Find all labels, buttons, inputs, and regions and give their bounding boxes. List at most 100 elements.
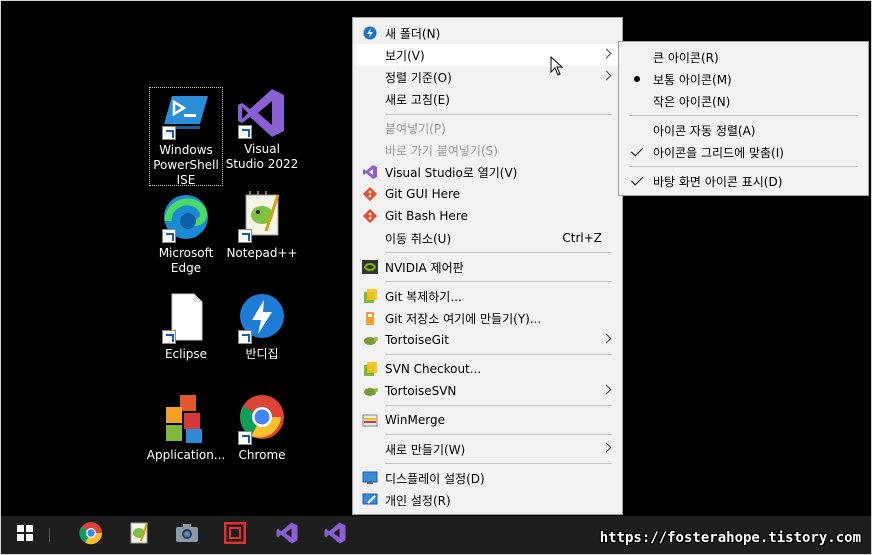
submenu-item-small-icons[interactable]: 작은 아이콘(N) (621, 90, 866, 112)
desktop-icon-edge[interactable]: Microsoft Edge (149, 191, 223, 276)
desktop-icon-label: 반디집 (245, 347, 279, 361)
shortcut-arrow-icon (238, 330, 252, 344)
menu-item-refresh[interactable]: 새로 고침(E) (355, 88, 620, 110)
menu-item-label: TortoiseSVN (385, 384, 457, 398)
desktop-icon-visual-studio[interactable]: Visual Studio 2022 (225, 87, 299, 172)
menu-item-label: 새로 만들기(W) (385, 442, 466, 457)
taskbar-item-camera[interactable] (163, 516, 211, 554)
menu-item-label: 바로 가기 붙여넣기(S) (385, 143, 498, 158)
menu-separator (385, 463, 612, 464)
menu-item-label: 개인 설정(R) (385, 493, 451, 508)
personalize-icon (355, 489, 385, 511)
menu-item-label: 이동 취소(U) (385, 231, 452, 246)
desktop-icon-label: Windows PowerShell ISE (153, 143, 219, 187)
menu-item-label: Git 저장소 여기에 만들기(Y)... (385, 311, 542, 326)
menu-item-label: 붙여넣기(P) (385, 121, 446, 136)
chrome-icon (236, 393, 288, 445)
notepad-plus-plus-icon (127, 521, 151, 549)
desktop-icon-notepad-plus-plus[interactable]: Notepad++ (225, 191, 299, 261)
chrome-icon (78, 520, 104, 550)
menu-item-label: SVN Checkout... (385, 362, 482, 376)
menu-item-label: 새로 고침(E) (385, 92, 450, 107)
menu-item-label: Git GUI Here (385, 187, 461, 201)
menu-item-shortcut: Ctrl+Z (562, 231, 602, 245)
menu-item-sort-by[interactable]: 정렬 기준(O) (355, 66, 620, 88)
shortcut-arrow-icon (238, 431, 252, 445)
desktop-icon-eclipse[interactable]: Eclipse (149, 292, 223, 362)
desktop-icon-application[interactable]: Application... (145, 393, 227, 463)
menu-item-git-gui[interactable]: Git GUI Here (355, 183, 620, 205)
taskbar-item-chrome[interactable] (67, 516, 115, 554)
taskbar-separator (49, 528, 50, 542)
visual-studio-icon (236, 87, 288, 139)
menu-item-new-folder[interactable]: 새 폴더(N) (355, 22, 620, 44)
menu-item-nvidia[interactable]: NVIDIA 제어판 (355, 256, 620, 278)
bandizip-icon (236, 292, 288, 344)
menu-item-git-create-repo[interactable]: Git 저장소 여기에 만들기(Y)... (355, 307, 620, 329)
menu-item-label: Visual Studio로 열기(V) (385, 165, 518, 180)
submenu-item-show-desktop-icons[interactable]: 바탕 화면 아이콘 표시(D) (621, 170, 866, 192)
menu-item-tortoisegit[interactable]: TortoiseGit (355, 329, 620, 351)
start-button[interactable] (1, 516, 49, 554)
tortoisegit-icon (355, 329, 385, 351)
submenu-item-large-icons[interactable]: 큰 아이콘(R) (621, 46, 866, 68)
menu-separator (385, 434, 612, 435)
desktop-icon-chrome[interactable]: Chrome (225, 393, 299, 463)
menu-item-personalize[interactable]: 개인 설정(R) (355, 489, 620, 511)
nvidia-icon (355, 256, 385, 278)
menu-item-label: 새 폴더(N) (385, 26, 441, 41)
desktop-icon-bandizip[interactable]: 반디집 (225, 292, 299, 362)
desktop-icon-label: Visual Studio 2022 (225, 142, 299, 171)
notepad-plus-plus-icon (236, 191, 288, 243)
menu-item-label: 바탕 화면 아이콘 표시(D) (653, 174, 783, 189)
menu-item-svn-checkout[interactable]: SVN Checkout... (355, 358, 620, 380)
visual-studio-icon (355, 161, 385, 183)
menu-item-label: 큰 아이콘(R) (653, 50, 719, 65)
menu-separator (385, 354, 612, 355)
eclipse-file-icon (160, 292, 212, 344)
menu-item-display-settings[interactable]: 디스플레이 설정(D) (355, 467, 620, 489)
tortoisesvn-icon (355, 380, 385, 402)
desktop-context-menu: 새 폴더(N) 보기(V) 정렬 기준(O) 새로 고침(E) 붙여넣기(P) … (352, 17, 623, 515)
menu-item-git-clone[interactable]: Git 복제하기... (355, 285, 620, 307)
submenu-item-medium-icons[interactable]: 보통 아이콘(M) (621, 68, 866, 90)
menu-item-new[interactable]: 새로 만들기(W) (355, 438, 620, 460)
menu-item-label: TortoiseGit (385, 333, 449, 347)
checkmark-icon (630, 173, 644, 186)
git-bash-icon (355, 205, 385, 227)
menu-separator (385, 252, 612, 253)
desktop-icon-powershell-ise[interactable]: Windows PowerShell ISE (149, 87, 223, 187)
camera-icon (175, 523, 199, 547)
git-gui-icon (355, 183, 385, 205)
visual-studio-icon (323, 521, 347, 549)
new-folder-icon (355, 22, 385, 44)
watermark-text: https://fosterahope.tistory.com (599, 530, 861, 546)
shortcut-arrow-icon (238, 229, 252, 243)
view-submenu: 큰 아이콘(R) 보통 아이콘(M) 작은 아이콘(N) 아이콘 자동 정렬(A… (618, 41, 869, 196)
menu-item-view[interactable]: 보기(V) (355, 44, 620, 66)
taskbar-item-notepad-plus-plus[interactable] (115, 516, 163, 554)
desktop-icon-label: Application... (146, 448, 226, 462)
bandicam-icon (223, 521, 247, 548)
menu-item-label: Git Bash Here (385, 209, 468, 223)
menu-item-open-visual-studio[interactable]: Visual Studio로 열기(V) (355, 161, 620, 183)
taskbar: https://fosterahope.tistory.com (1, 516, 871, 554)
mouse-cursor-icon (550, 55, 564, 80)
taskbar-item-visual-studio[interactable] (263, 516, 311, 554)
taskbar-item-bandicam[interactable] (211, 516, 259, 554)
menu-item-undo-move[interactable]: 이동 취소(U) Ctrl+Z (355, 227, 620, 249)
menu-item-tortoisesvn[interactable]: TortoiseSVN (355, 380, 620, 402)
menu-separator (385, 281, 612, 282)
winmerge-icon (355, 409, 385, 431)
menu-item-winmerge[interactable]: WinMerge (355, 409, 620, 431)
taskbar-item-visual-studio-2[interactable] (311, 516, 359, 554)
menu-item-label: WinMerge (385, 413, 445, 427)
menu-separator (629, 166, 858, 167)
menu-separator (385, 114, 612, 115)
menu-separator (629, 115, 858, 116)
menu-item-label: Git 복제하기... (385, 289, 462, 304)
menu-item-git-bash[interactable]: Git Bash Here (355, 205, 620, 227)
submenu-item-auto-arrange[interactable]: 아이콘 자동 정렬(A) (621, 119, 866, 141)
shortcut-arrow-icon (162, 126, 176, 140)
submenu-item-align-to-grid[interactable]: 아이콘을 그리드에 맞춤(I) (621, 141, 866, 163)
